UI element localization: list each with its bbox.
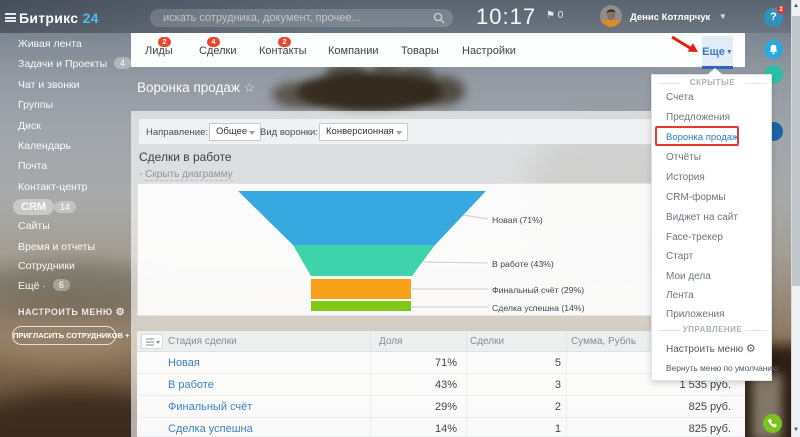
svg-text:Финальный счёт (29%): Финальный счёт (29%) <box>492 285 584 295</box>
svg-text:Сделка успешна (14%): Сделка успешна (14%) <box>492 303 585 313</box>
svg-text:В работе (43%): В работе (43%) <box>492 259 554 269</box>
svg-text:Новая (71%): Новая (71%) <box>492 215 543 225</box>
